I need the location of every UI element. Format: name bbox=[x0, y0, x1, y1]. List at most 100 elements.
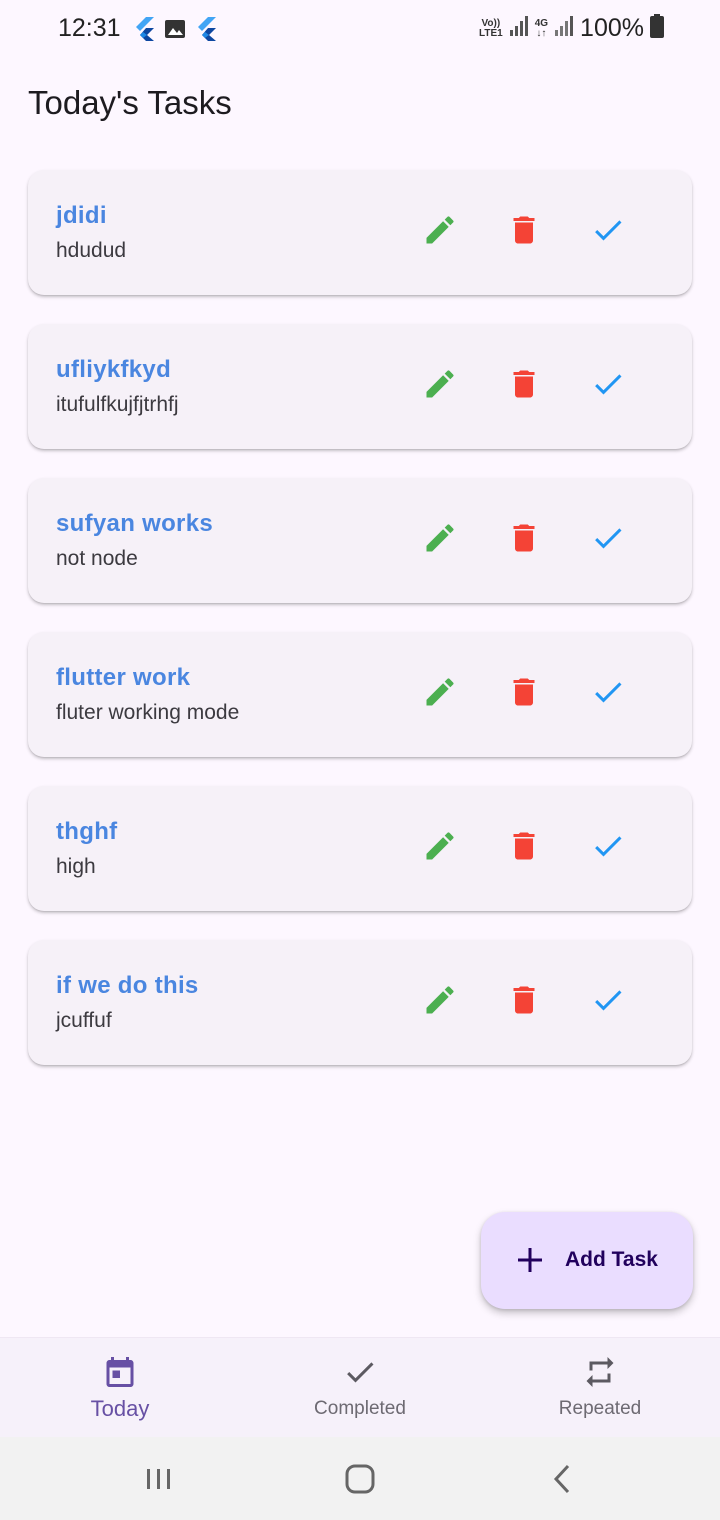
task-description: high bbox=[56, 855, 96, 878]
flutter-icon bbox=[196, 17, 216, 46]
calendar-icon bbox=[102, 1354, 138, 1390]
task-title: if we do this bbox=[56, 972, 199, 999]
add-task-button[interactable]: Add Task bbox=[481, 1212, 693, 1309]
home-button[interactable] bbox=[340, 1459, 380, 1499]
task-actions bbox=[420, 366, 640, 406]
trash-icon bbox=[506, 828, 542, 869]
check-icon bbox=[590, 828, 626, 869]
edit-button[interactable] bbox=[420, 982, 460, 1022]
signal-icon bbox=[554, 15, 574, 42]
task-description: jcuffuf bbox=[56, 1009, 112, 1032]
pencil-icon bbox=[422, 982, 458, 1023]
check-icon bbox=[590, 366, 626, 407]
task-title: ufliykfkyd bbox=[56, 356, 172, 383]
flutter-icon bbox=[134, 17, 154, 46]
task-description: hdudud bbox=[56, 239, 127, 262]
image-icon bbox=[164, 18, 186, 45]
delete-button[interactable] bbox=[504, 982, 544, 1022]
pencil-icon bbox=[422, 828, 458, 869]
nav-label-repeated: Repeated bbox=[558, 1398, 642, 1419]
add-task-label: Add Task bbox=[565, 1248, 658, 1271]
nav-label-today: Today bbox=[90, 1396, 150, 1421]
pencil-icon bbox=[422, 674, 458, 715]
check-icon bbox=[590, 212, 626, 253]
task-list: jdidi hdudud ufliykfkyd itufulfkujfjtrhf… bbox=[28, 170, 692, 1094]
complete-button[interactable] bbox=[588, 520, 628, 560]
delete-button[interactable] bbox=[504, 520, 544, 560]
trash-icon bbox=[506, 366, 542, 407]
recents-button[interactable] bbox=[138, 1459, 178, 1499]
network-4g-label: 4G bbox=[534, 17, 549, 29]
system-navigation-bar bbox=[0, 1437, 720, 1520]
signal-icon bbox=[509, 15, 529, 42]
task-card[interactable]: ufliykfkyd itufulfkujfjtrhfj bbox=[28, 324, 692, 449]
volte-bottom: LTE1 bbox=[478, 27, 503, 39]
task-description: itufulfkujfjtrhfj bbox=[56, 393, 179, 416]
status-bar: 12:31 Vo)) LTE1 4G ↓↑ 100% bbox=[0, 0, 720, 58]
task-actions bbox=[420, 674, 640, 714]
task-title: flutter work bbox=[56, 664, 191, 691]
battery-icon bbox=[650, 14, 664, 43]
battery-percent: 100% bbox=[580, 14, 644, 42]
bottom-navigation: Today Completed Repeated bbox=[0, 1337, 720, 1437]
complete-button[interactable] bbox=[588, 828, 628, 868]
complete-button[interactable] bbox=[588, 212, 628, 252]
complete-button[interactable] bbox=[588, 674, 628, 714]
task-title: jdidi bbox=[56, 202, 107, 229]
edit-button[interactable] bbox=[420, 366, 460, 406]
volte-top: Vo)) bbox=[481, 17, 501, 29]
trash-icon bbox=[506, 520, 542, 561]
task-card[interactable]: jdidi hdudud bbox=[28, 170, 692, 295]
complete-button[interactable] bbox=[588, 982, 628, 1022]
nav-item-completed[interactable]: Completed bbox=[240, 1338, 480, 1438]
nav-item-today[interactable]: Today bbox=[0, 1338, 240, 1438]
task-card[interactable]: thghf high bbox=[28, 786, 692, 911]
edit-button[interactable] bbox=[420, 674, 460, 714]
trash-icon bbox=[506, 674, 542, 715]
edit-button[interactable] bbox=[420, 520, 460, 560]
check-icon bbox=[590, 982, 626, 1023]
app-screen: 12:31 Vo)) LTE1 4G ↓↑ 100% Today's Tasks… bbox=[0, 0, 720, 1520]
task-card[interactable]: sufyan works not node bbox=[28, 478, 692, 603]
task-actions bbox=[420, 212, 640, 252]
task-actions bbox=[420, 828, 640, 868]
check-icon bbox=[590, 520, 626, 561]
task-description: fluter working mode bbox=[56, 701, 240, 724]
trash-icon bbox=[506, 212, 542, 253]
task-card[interactable]: flutter work fluter working mode bbox=[28, 632, 692, 757]
nav-item-repeated[interactable]: Repeated bbox=[480, 1338, 720, 1438]
back-button[interactable] bbox=[542, 1459, 582, 1499]
delete-button[interactable] bbox=[504, 366, 544, 406]
repeat-icon bbox=[582, 1354, 618, 1390]
network-4g: 4G ↓↑ bbox=[534, 17, 549, 39]
complete-button[interactable] bbox=[588, 366, 628, 406]
notification-icons bbox=[134, 17, 216, 46]
task-title: thghf bbox=[56, 818, 118, 845]
delete-button[interactable] bbox=[504, 674, 544, 714]
recents-icon bbox=[138, 1469, 178, 1503]
trash-icon bbox=[506, 982, 542, 1023]
task-actions bbox=[420, 520, 640, 560]
status-right: Vo)) LTE1 4G ↓↑ 100% bbox=[479, 14, 664, 43]
page-title: Today's Tasks bbox=[28, 84, 232, 121]
task-description: not node bbox=[56, 547, 138, 570]
check-icon bbox=[590, 674, 626, 715]
plus-icon bbox=[515, 1245, 545, 1275]
delete-button[interactable] bbox=[504, 212, 544, 252]
nav-label-completed: Completed bbox=[314, 1398, 406, 1419]
edit-button[interactable] bbox=[420, 828, 460, 868]
transfer-arrows: ↓↑ bbox=[536, 27, 547, 39]
status-time: 12:31 bbox=[58, 14, 121, 42]
pencil-icon bbox=[422, 212, 458, 253]
task-card[interactable]: if we do this jcuffuf bbox=[28, 940, 692, 1065]
edit-button[interactable] bbox=[420, 212, 460, 252]
home-icon bbox=[340, 1464, 380, 1503]
pencil-icon bbox=[422, 520, 458, 561]
back-icon bbox=[542, 1464, 582, 1503]
task-actions bbox=[420, 982, 640, 1022]
task-title: sufyan works bbox=[56, 510, 213, 537]
pencil-icon bbox=[422, 366, 458, 407]
delete-button[interactable] bbox=[504, 828, 544, 868]
check-icon bbox=[342, 1354, 378, 1390]
volte-label: Vo)) LTE1 bbox=[478, 17, 503, 39]
